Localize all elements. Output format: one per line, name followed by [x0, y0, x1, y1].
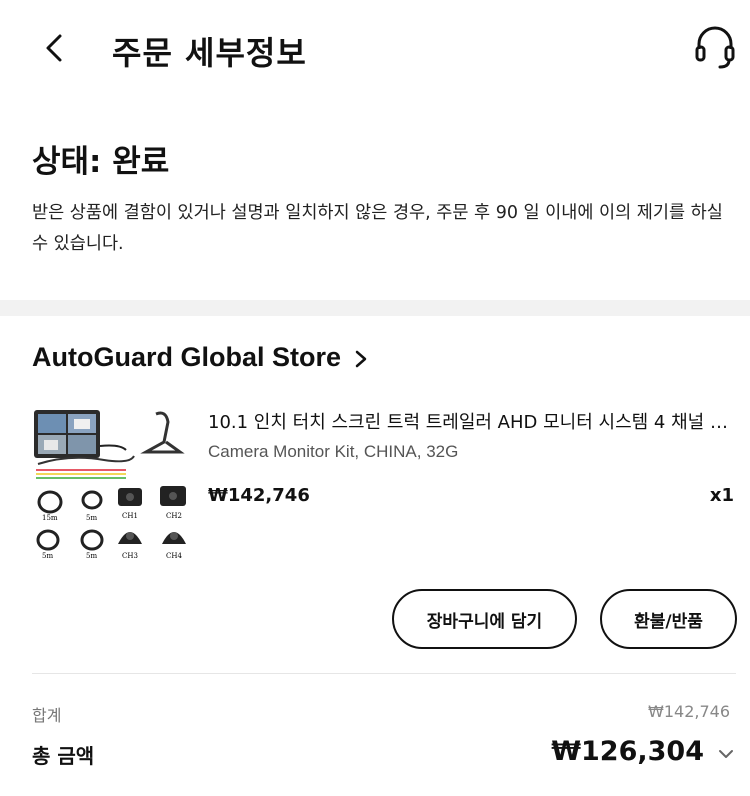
- image-label: CH4: [166, 552, 182, 560]
- header: 주문 세부정보: [0, 0, 750, 100]
- product-quantity: x1: [709, 485, 734, 506]
- image-label: 5m: [42, 552, 53, 560]
- store-link[interactable]: AutoGuard Global Store: [32, 342, 367, 373]
- product-price: ₩142,746: [208, 485, 310, 506]
- image-label: CH3: [122, 552, 138, 560]
- image-label: CH1: [122, 512, 138, 520]
- total-value: ₩126,304: [551, 736, 704, 767]
- total-label: 총 금액: [32, 744, 95, 768]
- section-divider: [0, 300, 750, 316]
- page-title: 주문 세부정보: [112, 34, 307, 72]
- divider: [32, 673, 736, 674]
- chevron-down-icon[interactable]: [716, 744, 736, 764]
- subtotal-value: ₩142,746: [648, 702, 730, 721]
- headset-icon: [695, 26, 735, 69]
- product-image[interactable]: 15m 5m CH1 CH2 5m 5m CH3 CH4: [30, 404, 192, 564]
- chevron-left-icon: [46, 34, 62, 62]
- product-title[interactable]: 10.1 인치 터치 스크린 트럭 트레일러 AHD 모니터 시스템 4 채널 …: [208, 408, 728, 434]
- image-label: 5m: [86, 514, 97, 522]
- image-label: 5m: [86, 552, 97, 560]
- order-status-description: 받은 상품에 결함이 있거나 설명과 일치하지 않은 경우, 주문 후 90 일…: [32, 203, 723, 254]
- refund-return-button[interactable]: 환불/반품: [600, 589, 737, 649]
- product-variant: Camera Monitor Kit, CHINA, 32G: [208, 442, 459, 461]
- chevron-right-icon: [355, 350, 367, 367]
- customer-support-button[interactable]: [690, 22, 740, 72]
- image-label: CH2: [166, 512, 182, 520]
- subtotal-label: 합계: [32, 706, 62, 725]
- back-button[interactable]: [34, 26, 74, 70]
- add-to-cart-button[interactable]: 장바구니에 담기: [392, 589, 577, 649]
- store-name: AutoGuard Global Store: [32, 342, 342, 372]
- order-status-title: 상태: 완료: [32, 144, 170, 180]
- image-label: 15m: [42, 514, 58, 522]
